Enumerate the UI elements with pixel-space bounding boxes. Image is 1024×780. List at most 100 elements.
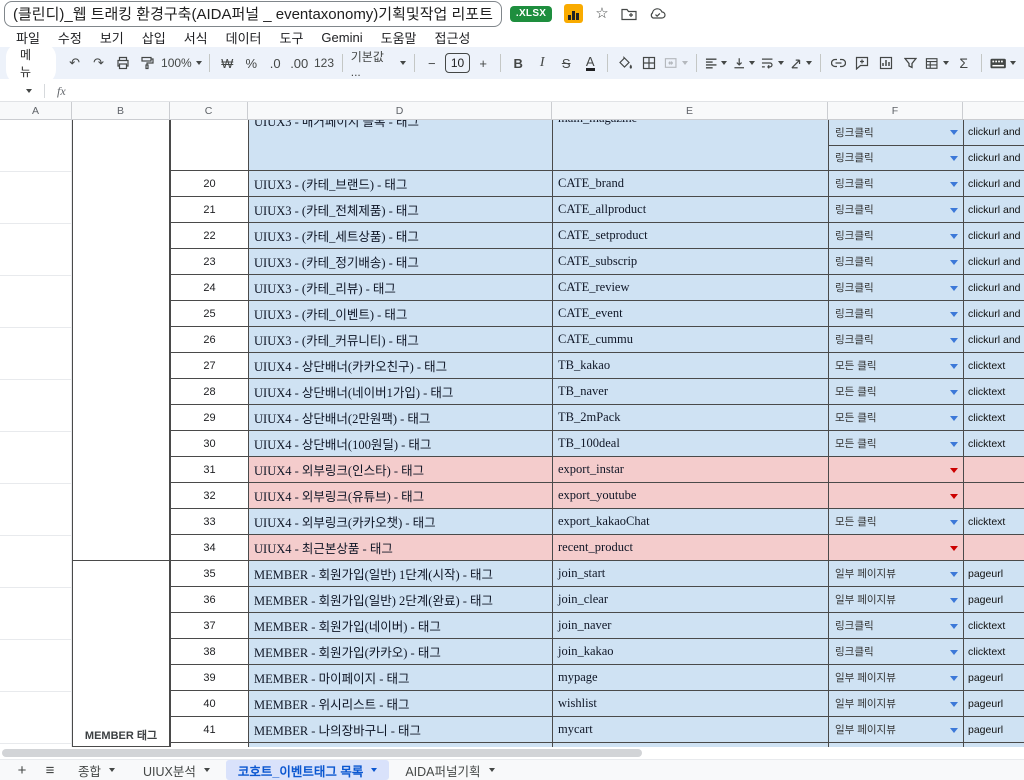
star-icon[interactable]: ☆ (595, 6, 608, 21)
formula-input[interactable] (66, 81, 1024, 101)
cell-event[interactable]: TB_kakao (552, 353, 828, 379)
cell-variable[interactable]: clickurl and (963, 249, 1024, 275)
document-title[interactable]: (클린디)_웹 트래킹 환경구축(AIDA퍼널 _ eventaxonomy)기… (4, 0, 502, 27)
cell-event[interactable]: CATE_setproduct (552, 223, 828, 249)
dropdown-arrow-icon[interactable] (950, 363, 958, 369)
cell-event[interactable]: CATE_cummu (552, 327, 828, 353)
cell-trigger-dropdown[interactable]: 링크클릭 (828, 275, 963, 301)
cell-no[interactable]: 33 (170, 509, 248, 535)
insert-comment-icon[interactable] (851, 51, 873, 75)
cell-variable[interactable]: clickurl and (963, 197, 1024, 223)
cell-no[interactable]: 41 (170, 717, 248, 743)
text-rotation-icon[interactable] (788, 51, 814, 75)
cell-no[interactable]: 23 (170, 249, 248, 275)
cell-variable[interactable]: clickurl and (964, 146, 1024, 171)
dropdown-arrow-icon[interactable] (950, 597, 958, 603)
cell-trigger-dropdown[interactable]: 일부 페이지뷰 (828, 665, 963, 691)
cell-no[interactable]: 27 (170, 353, 248, 379)
cell-tag[interactable]: UIUX3 - (카테_리뷰) - 태그 (248, 275, 552, 301)
cell-event[interactable]: TB_100deal (552, 431, 828, 457)
cell-event[interactable]: export_youtube (552, 483, 828, 509)
cell-event[interactable]: mypage (552, 665, 828, 691)
cell-event[interactable]: main_magazine (552, 120, 828, 171)
cell-variable[interactable]: clickurl and (963, 275, 1024, 301)
cell-event[interactable]: TB_naver (552, 379, 828, 405)
column-header-g[interactable] (963, 102, 1024, 119)
create-filter-icon[interactable] (899, 51, 921, 75)
redo-icon[interactable]: ↷ (88, 51, 110, 75)
text-color-button[interactable]: A (585, 55, 595, 71)
cell-trigger-dropdown[interactable]: 링크클릭 (828, 249, 963, 275)
cell-tag[interactable]: UIUX4 - 외부링크(유튜브) - 태그 (248, 483, 552, 509)
cell-no[interactable]: 25 (170, 301, 248, 327)
cell-variable[interactable] (963, 535, 1024, 561)
cell-tag[interactable]: UIUX4 - 상단배너(2만원팩) - 태그 (248, 405, 552, 431)
borders-icon[interactable] (638, 51, 660, 75)
cell-no[interactable]: 31 (170, 457, 248, 483)
cell-tag[interactable]: MEMBER - 마이페이지 - 태그 (248, 665, 552, 691)
sheet-tab-0[interactable]: 종합 (66, 760, 127, 780)
italic-button[interactable]: I (531, 51, 553, 75)
cell-tag[interactable]: MEMBER - 회원가입(일반) 1단계(시작) - 태그 (248, 561, 552, 587)
menu-edit[interactable]: 수정 (50, 27, 90, 48)
cell-variable[interactable]: clickurl and (963, 301, 1024, 327)
cell-tag[interactable]: UIUX4 - 상단배너(100원딜) - 태그 (248, 431, 552, 457)
dropdown-arrow-icon[interactable] (950, 259, 958, 265)
cell-trigger-dropdown[interactable]: 링크클릭 (828, 639, 963, 665)
dropdown-arrow-icon[interactable] (950, 233, 958, 239)
zoom-select[interactable]: 100% (160, 51, 204, 75)
cell-trigger-dropdown[interactable]: 모든 클릭 (828, 353, 963, 379)
cell-trigger-dropdown[interactable] (828, 457, 963, 483)
cell-variable[interactable]: pageurl (963, 717, 1024, 743)
dropdown-arrow-icon[interactable] (950, 519, 958, 525)
cell-tag[interactable]: MEMBER - 위시리스트 - 태그 (248, 691, 552, 717)
cell-trigger-dropdown[interactable]: 링크클릭 (828, 197, 963, 223)
column-header-a[interactable]: A (0, 102, 72, 119)
column-a-empty[interactable] (0, 120, 72, 747)
cell-tag[interactable]: UIUX4 - 최근본상품 - 태그 (248, 535, 552, 561)
dropdown-arrow-icon[interactable] (950, 467, 958, 473)
cell-trigger-dropdown[interactable]: 링크클릭 (829, 146, 963, 171)
print-icon[interactable] (112, 51, 134, 75)
dropdown-arrow-icon[interactable] (950, 623, 958, 629)
menu-insert[interactable]: 삽입 (134, 27, 174, 48)
strikethrough-button[interactable]: S (555, 51, 577, 75)
cell-no[interactable]: 37 (170, 613, 248, 639)
dropdown-arrow-icon[interactable] (950, 727, 958, 733)
font-size-input[interactable]: 10 (444, 53, 471, 73)
dropdown-arrow-icon[interactable] (950, 207, 958, 213)
cell-trigger[interactable]: 링크클릭 링크클릭 (828, 120, 963, 171)
menu-help[interactable]: 도움말 (373, 27, 425, 48)
dropdown-arrow-icon[interactable] (950, 389, 958, 395)
currency-format-button[interactable]: ₩ (216, 51, 238, 75)
cell-variable[interactable] (963, 483, 1024, 509)
cell-variable[interactable] (963, 457, 1024, 483)
cell-tag[interactable]: UIUX3 - (카테_브랜드) - 태그 (248, 171, 552, 197)
cell-variable[interactable]: clickurl and (963, 327, 1024, 353)
sheet-tab-3[interactable]: AIDA퍼널기획 (393, 760, 506, 780)
cell-no[interactable]: 40 (170, 691, 248, 717)
percent-format-button[interactable]: % (240, 51, 262, 75)
cell-event[interactable]: mycart (552, 717, 828, 743)
cell-trigger-dropdown[interactable]: 모든 클릭 (828, 509, 963, 535)
cell-trigger-dropdown[interactable] (828, 483, 963, 509)
cell-event[interactable]: join_kakao (552, 639, 828, 665)
cell-tag[interactable]: UIUX3 - (카테_이벤트) - 태그 (248, 301, 552, 327)
cell-variable[interactable]: pageurl (963, 691, 1024, 717)
cell-variable[interactable]: clicktext (963, 431, 1024, 457)
column-header-d[interactable]: D (248, 102, 552, 119)
name-box-dropdown-icon[interactable] (26, 89, 32, 93)
cell-no[interactable]: 21 (170, 197, 248, 223)
cell-trigger-dropdown[interactable]: 모든 클릭 (828, 379, 963, 405)
cell-no[interactable]: 29 (170, 405, 248, 431)
increase-font-size-button[interactable]: + (472, 51, 494, 75)
cell-variable[interactable]: clicktext (963, 379, 1024, 405)
dropdown-arrow-icon[interactable] (950, 415, 958, 421)
dropdown-arrow-icon[interactable] (950, 337, 958, 343)
dropdown-arrow-icon[interactable] (950, 441, 958, 447)
cell-event[interactable]: export_instar (552, 457, 828, 483)
menu-accessibility[interactable]: 접근성 (427, 27, 479, 48)
cell-trigger-dropdown[interactable]: 일부 페이지뷰 (828, 587, 963, 613)
cell-variable[interactable]: clicktext (963, 509, 1024, 535)
xlsx-convert-icon[interactable] (564, 4, 584, 23)
